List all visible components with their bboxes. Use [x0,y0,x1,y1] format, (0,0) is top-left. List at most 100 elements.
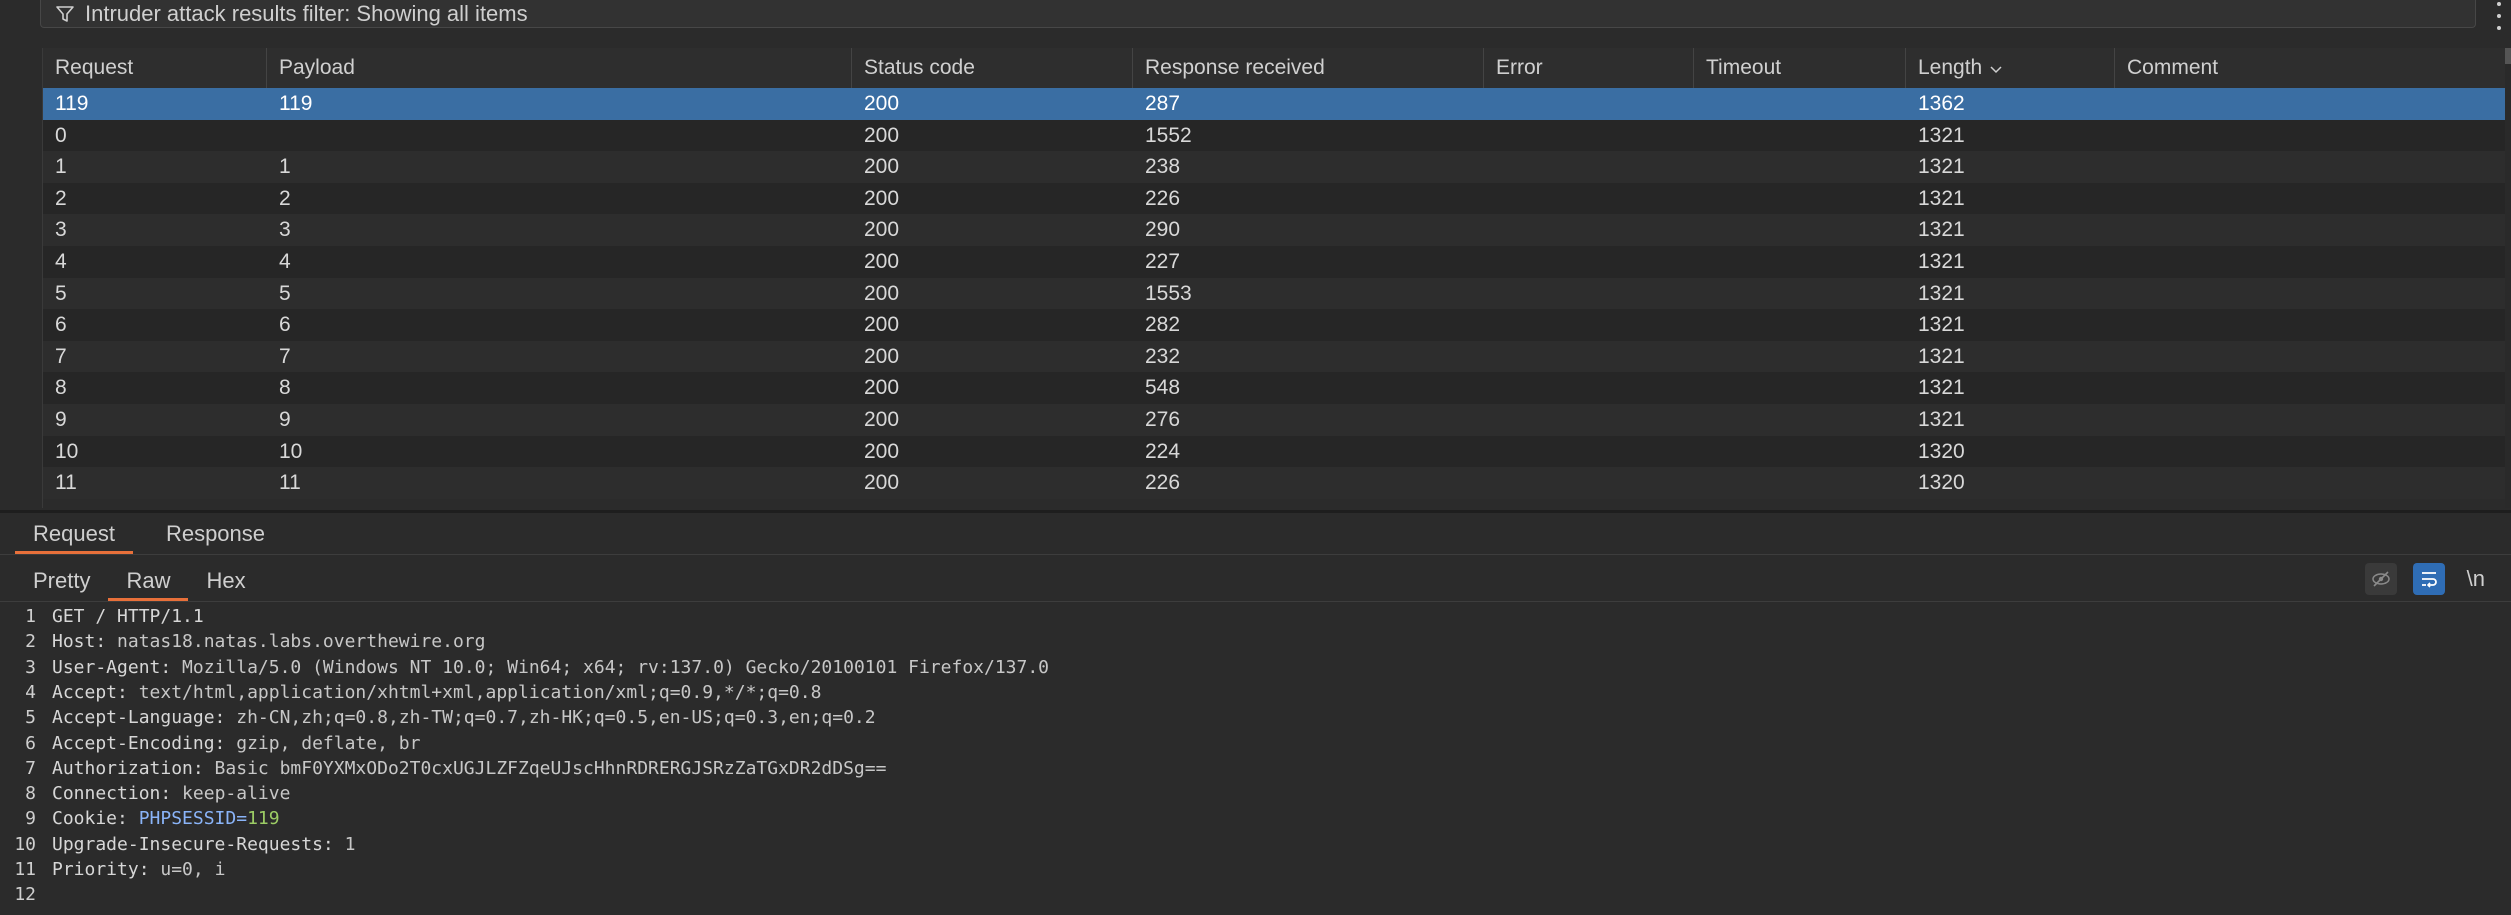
table-row[interactable]: 2 2 200 226 1321 [43,182,2505,215]
table-cell: 1321 [1918,407,1965,431]
table-row[interactable]: 9 9 200 276 1321 [43,403,2505,436]
table-cell: 238 [1145,155,1181,179]
table-cell [267,120,852,152]
table-cell: 200 [864,218,900,242]
header-name: Accept: [52,681,128,703]
table-cell: 5 [279,281,291,305]
table-cell [1484,183,1694,215]
table-cell: 10 [55,439,79,463]
table-row[interactable]: 6 6 200 282 1321 [43,309,2505,341]
table-header: Request Payload Status code Response rec… [43,48,2505,89]
column-header-length[interactable]: Length [1906,48,2115,88]
table-cell [1694,151,1906,183]
request-line: 11 Priority: u=0, i [0,857,2511,882]
header-value: Mozilla/5.0 (Windows NT 10.0; Win64; x64… [171,656,1050,678]
table-row[interactable]: 5 5 200 1553 1321 [43,277,2505,310]
word-wrap-icon[interactable] [2412,563,2445,595]
tab-raw[interactable]: Raw [108,557,189,601]
table-row[interactable]: 8 8 200 548 1321 [43,372,2505,404]
table-cell: 548 [1145,376,1181,400]
table-row[interactable]: 119 119 200 287 1362 [43,88,2505,120]
table-cell [1694,120,1906,152]
request-editor[interactable]: 1 GET / HTTP/1.1 2 Host: natas18.natas.labs… [0,602,2511,915]
tab-pretty[interactable]: Pretty [15,557,108,601]
column-header-request[interactable]: Request [43,48,267,88]
table-cell: 200 [864,155,900,179]
table-cell [1484,120,1694,152]
table-cell [1694,309,1906,341]
table-cell [1694,341,1906,373]
table-cell: 1321 [1918,344,1965,368]
header-value: text/html,application/xhtml+xml,applicat… [127,681,822,703]
line-number: 8 [25,783,36,805]
request-line: 9 Cookie: PHPSESSID=119 [0,806,2511,831]
hide-nonprintable-icon[interactable] [2364,563,2397,595]
table-row[interactable]: 0 200 1552 1321 [43,119,2505,152]
table-cell: 226 [1145,471,1181,495]
table-cell: 282 [1145,313,1181,337]
results-filter-bar[interactable]: Intruder attack results filter: Showing … [40,0,2476,28]
table-row[interactable]: 3 3 200 290 1321 [43,214,2505,246]
table-cell: 7 [55,344,67,368]
request-line: 10 Upgrade-Insecure-Requests: 1 [0,832,2511,857]
table-row[interactable]: 10 10 200 224 1320 [43,435,2505,468]
table-cell: 1 [55,155,67,179]
header-value: zh-CN,zh;q=0.8,zh-TW;q=0.7,zh-HK;q=0.5,e… [225,707,876,729]
table-row[interactable]: 7 7 200 232 1321 [43,340,2505,373]
header-value: keep-alive [171,783,291,805]
table-scrollbar[interactable] [2505,48,2511,508]
request-line: 7 Authorization: Basic bmF0YXMxODo2T0cxUG… [0,756,2511,781]
table-cell [1694,88,1906,120]
table-cell: 226 [1145,186,1181,210]
column-header-response-received[interactable]: Response received [1133,48,1484,88]
table-row[interactable]: 4 4 200 227 1321 [43,245,2505,278]
table-cell: 1321 [1918,313,1965,337]
table-cell: 1320 [1918,439,1965,463]
filter-icon [55,4,75,24]
table-cell [1484,372,1694,404]
table-row[interactable]: 1 1 200 238 1321 [43,151,2505,183]
table-cell: 2 [279,186,291,210]
table-cell [1694,467,1906,499]
table-cell [1694,436,1906,468]
table-cell [1484,309,1694,341]
tab-response[interactable]: Response [148,514,283,554]
pane-divider[interactable] [0,510,2511,513]
column-header-payload[interactable]: Payload [267,48,852,88]
header-value: natas18.natas.labs.overthewire.org [106,631,486,653]
table-cell [1694,372,1906,404]
table-cell [2115,120,2505,152]
request-line: 8 Connection: keep-alive [0,781,2511,806]
show-newlines-toggle[interactable]: \n [2461,566,2491,592]
table-cell: 200 [864,186,900,210]
header-value: u=0, i [149,859,226,880]
table-cell [1694,404,1906,436]
table-cell: 1321 [1918,186,1965,210]
table-cell [1694,183,1906,215]
table-cell: 6 [55,313,67,337]
column-header-comment[interactable]: Comment [2115,48,2505,88]
table-cell [1484,341,1694,373]
table-cell [1484,404,1694,436]
tab-request[interactable]: Request [15,514,133,554]
table-cell: 224 [1145,439,1181,463]
column-header-error[interactable]: Error [1484,48,1694,88]
column-header-status-code[interactable]: Status code [852,48,1133,88]
table-cell: 3 [279,218,291,242]
table-row[interactable]: 11 11 200 226 1320 [43,467,2505,499]
table-cell: 1362 [1918,92,1965,115]
header-name: Priority: [52,859,150,880]
table-cell: 3 [55,218,67,242]
tab-hex[interactable]: Hex [188,557,263,601]
header-name: Cookie: [52,808,128,830]
more-options-icon[interactable] [2493,0,2505,32]
filter-text: Intruder attack results filter: Showing … [85,0,528,26]
request-line: 3 User-Agent: Mozilla/5.0 (Windows NT 10.… [0,655,2511,680]
request-line: 12 [0,882,2511,907]
table-cell [1484,88,1694,120]
table-cell [2115,214,2505,246]
header-name: User-Agent: [52,656,172,678]
header-name: GET / HTTP/1.1 [52,606,204,627]
column-header-timeout[interactable]: Timeout [1694,48,1906,88]
table-cell [1484,151,1694,183]
